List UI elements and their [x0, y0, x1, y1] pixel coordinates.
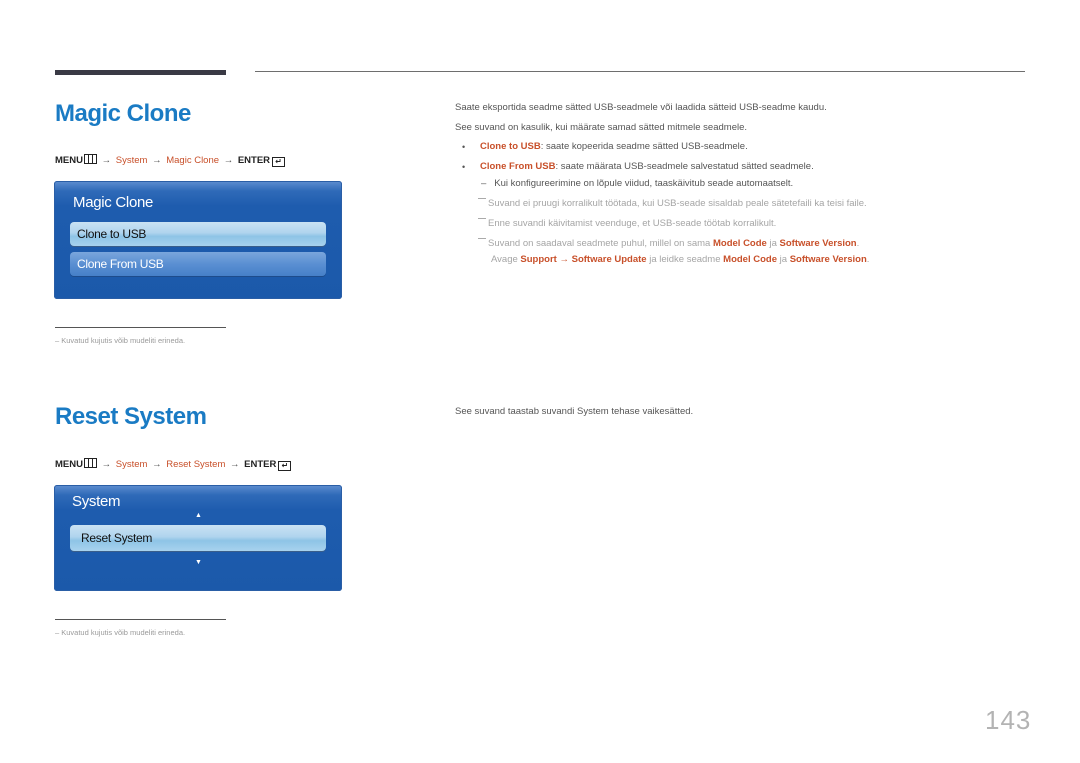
term-support: Support: [520, 254, 557, 265]
note-dash-icon: [478, 218, 486, 219]
description-line-2: See suvand on kasulik, kui määrate samad…: [455, 122, 748, 133]
term-software-version: Software Version: [789, 254, 867, 265]
osd-item-reset-system[interactable]: Reset System: [70, 525, 326, 551]
footnote-magic-clone: – Kuvatud kujutis võib mudeliti erineda.: [55, 336, 186, 345]
bullet-icon: •: [462, 162, 466, 172]
bullet-clone-to-usb: Clone to USB: saate kopeerida seadme sät…: [480, 141, 748, 152]
arrow-icon: →: [223, 155, 234, 166]
term-model-code: Model Code: [712, 238, 767, 249]
note-text: Avage: [491, 254, 521, 265]
description-line-1: Saate eksportida seadme sätted USB-seadm…: [455, 102, 827, 113]
menu-path-step-reset-system: Reset System: [166, 459, 226, 470]
note-text: ja leidke seadme: [646, 254, 724, 265]
osd-title: Magic Clone: [73, 194, 154, 211]
osd-title: System: [72, 493, 121, 510]
menu-path-magic-clone: MENU → System → Magic Clone → ENTER ↵: [55, 154, 286, 167]
footnote-rule: [55, 327, 226, 328]
note-text: .: [866, 254, 870, 265]
note-3-line-2: Avage Support → Software Update ja leidk…: [491, 254, 869, 265]
bullet-clone-from-usb: Clone From USB: saate määrata USB-seadme…: [480, 161, 814, 172]
reset-system-description: See suvand taastab suvandi System tehase…: [455, 406, 694, 417]
scroll-up-arrow-icon[interactable]: ▲: [195, 512, 202, 519]
arrow-icon: →: [152, 155, 162, 166]
osd-item-clone-to-usb[interactable]: Clone to USB: [70, 222, 326, 246]
arrow-icon: →: [556, 254, 572, 265]
term-model-code: Model Code: [723, 254, 777, 265]
scroll-down-arrow-icon[interactable]: ▼: [195, 559, 202, 566]
menu-path-step-magic-clone: Magic Clone: [166, 155, 220, 166]
header-rule-thin: [255, 71, 1025, 72]
sub-bullet-restart: – Kui konfigureerimine on lõpule viidud, …: [481, 178, 793, 189]
sub-bullet-text: Kui konfigureerimine on lõpule viidud, t…: [494, 178, 794, 189]
note-1: Suvand ei pruugi korralikult töötada, ku…: [478, 198, 867, 209]
page-number: 143: [985, 705, 1032, 735]
note-text: .: [856, 238, 860, 249]
menu-icon: [83, 458, 97, 468]
enter-icon: ↵: [278, 461, 292, 471]
menu-label: MENU: [55, 155, 83, 166]
note-text: ja: [777, 254, 790, 265]
bullet-text: : saate kopeerida seadme sätted USB-sead…: [540, 141, 748, 152]
osd-item-clone-from-usb[interactable]: Clone From USB: [70, 252, 326, 276]
note-text: ja: [766, 238, 780, 249]
term-clone-to-usb: Clone to USB: [480, 141, 541, 152]
arrow-icon: →: [101, 459, 112, 470]
note-text: Enne suvandi käivitamist veenduge, et US…: [488, 218, 777, 229]
footnote-reset-system: – Kuvatud kujutis võib mudeliti erineda.: [55, 628, 186, 637]
note-3: Suvand on saadaval seadmete puhul, mille…: [478, 238, 859, 249]
arrow-icon: →: [230, 459, 240, 470]
note-dash-icon: [478, 198, 486, 199]
note-text: Suvand on saadaval seadmete puhul, mille…: [488, 238, 713, 249]
menu-path-step-system: System: [115, 459, 148, 470]
dash-icon: –: [481, 178, 487, 189]
term-clone-from-usb: Clone From USB: [480, 161, 556, 172]
term-software-update: Software Update: [571, 254, 647, 265]
note-2: Enne suvandi käivitamist veenduge, et US…: [478, 218, 776, 229]
menu-path-reset-system: MENU → System → Reset System → ENTER ↵: [55, 458, 292, 471]
menu-icon: [83, 154, 97, 164]
note-dash-icon: [478, 238, 486, 239]
note-text: Suvand ei pruugi korralikult töötada, ku…: [488, 198, 867, 209]
footnote-rule: [55, 619, 226, 620]
enter-icon: ↵: [272, 157, 286, 167]
term-software-version: Software Version: [779, 238, 857, 249]
header-rule-thick: [55, 70, 226, 75]
bullet-text: : saate määrata USB-seadmele salvestatud…: [555, 161, 814, 172]
menu-path-step-system: System: [115, 155, 148, 166]
osd-panel-system: System ▲ Reset System ▼: [54, 485, 342, 591]
arrow-icon: →: [152, 459, 162, 470]
arrow-icon: →: [101, 155, 112, 166]
bullet-icon: •: [462, 142, 466, 152]
section-title-reset-system: Reset System: [55, 403, 207, 430]
enter-label: ENTER: [237, 155, 271, 166]
menu-label: MENU: [55, 459, 83, 470]
osd-panel-magic-clone: Magic Clone Clone to USB Clone From USB: [54, 181, 342, 299]
enter-label: ENTER: [244, 459, 277, 470]
section-title-magic-clone: Magic Clone: [55, 100, 191, 127]
